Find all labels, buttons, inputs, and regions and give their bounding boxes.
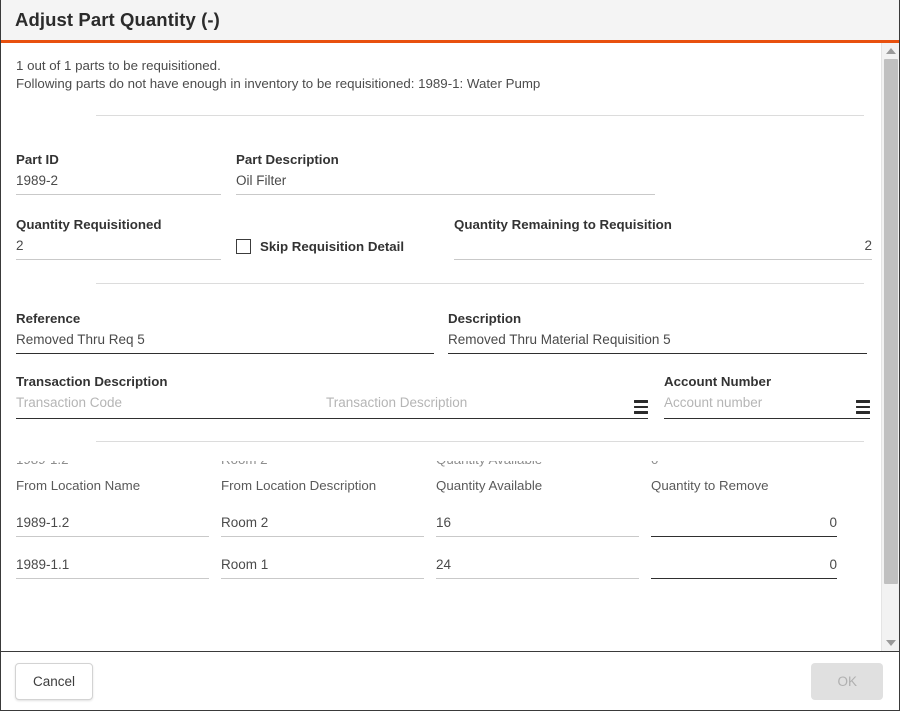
locations-table: 1989-1.2 Room 2 Quantity Available 0 Fro… [1, 461, 881, 579]
notice-line-1: 1 out of 1 parts to be requisitioned. [16, 58, 221, 73]
reference-value[interactable]: Removed Thru Req 5 [16, 332, 434, 354]
dialog-body: 1 out of 1 parts to be requisitioned. Fo… [1, 43, 881, 651]
description-value[interactable]: Removed Thru Material Requisition 5 [448, 332, 867, 354]
cell-quantity-to-remove[interactable]: 0 [651, 557, 837, 579]
part-id-value[interactable]: 1989-2 [16, 173, 221, 195]
cell-from-location-name: 1989-1.2 [16, 515, 209, 537]
quantity-requisitioned-label: Quantity Requisitioned [16, 217, 162, 232]
clipped-row-above: 1989-1.2 Room 2 Quantity Available 0 [16, 461, 881, 475]
quantity-remaining-value: 2 [454, 238, 872, 260]
adjust-part-quantity-dialog: Adjust Part Quantity (-) 1 out of 1 part… [0, 0, 900, 711]
reference-label: Reference [16, 311, 81, 326]
part-description-field: Part Description Oil Filter [236, 152, 655, 195]
skip-requisition-detail-checkbox-wrap[interactable]: Skip Requisition Detail [236, 239, 440, 254]
dialog-body-wrap: 1 out of 1 parts to be requisitioned. Fo… [1, 43, 899, 652]
transaction-description-label: Transaction Description [16, 374, 168, 389]
reference-field: Reference Removed Thru Req 5 [16, 311, 434, 354]
dialog-title: Adjust Part Quantity (-) [15, 9, 220, 30]
notice-line-2: Following parts do not have enough in in… [16, 76, 541, 91]
dialog-header: Adjust Part Quantity (-) [1, 0, 899, 43]
clipped-cell: Room 2 [221, 461, 436, 467]
notice-block: 1 out of 1 parts to be requisitioned. Fo… [1, 43, 881, 93]
quantity-row: Quantity Requisitioned 2 Skip Requisitio… [1, 195, 881, 260]
part-info-row: Part ID 1989-2 Part Description Oil Filt… [1, 116, 881, 195]
cell-quantity-available: 16 [436, 515, 639, 537]
column-header-quantity-to-remove: Quantity to Remove [651, 478, 769, 493]
scrollbar-track[interactable] [882, 59, 900, 635]
skip-requisition-detail-field: Skip Requisition Detail [236, 217, 440, 254]
account-number-label: Account Number [664, 374, 772, 389]
quantity-requisitioned-field: Quantity Requisitioned 2 [16, 217, 221, 260]
transaction-code-input[interactable]: Transaction Code [16, 395, 326, 415]
account-number-combo[interactable]: Account number [664, 395, 870, 419]
column-header-from-location-name: From Location Name [16, 478, 141, 493]
column-header-quantity-available: Quantity Available [436, 478, 543, 493]
dialog-footer: Cancel OK [1, 652, 899, 710]
cancel-button[interactable]: Cancel [15, 662, 94, 700]
part-id-field: Part ID 1989-2 [16, 152, 221, 195]
table-header-row: From Location Name From Location Descrip… [16, 477, 881, 495]
clipped-row-text: 1989-1.2 Room 2 Quantity Available 0 [16, 461, 854, 467]
menu-icon[interactable] [856, 400, 870, 414]
ok-button[interactable]: OK [811, 662, 883, 700]
cell-quantity-to-remove[interactable]: 0 [651, 515, 837, 537]
cell-from-location-name: 1989-1.1 [16, 557, 209, 579]
clipped-cell: 1989-1.2 [16, 461, 221, 467]
cell-from-location-description: Room 2 [221, 515, 424, 537]
table-row: 1989-1.1 Room 1 24 0 [16, 557, 881, 579]
part-description-value[interactable]: Oil Filter [236, 173, 655, 195]
clipped-cell: 0 [651, 461, 854, 467]
transaction-description-combo[interactable]: Transaction Code Transaction Description [16, 395, 648, 419]
quantity-remaining-label: Quantity Remaining to Requisition [454, 217, 672, 232]
checkbox-icon[interactable] [236, 239, 251, 254]
description-field: Description Removed Thru Material Requis… [448, 311, 867, 354]
cell-quantity-available: 24 [436, 557, 639, 579]
transaction-description-input[interactable]: Transaction Description [326, 395, 628, 415]
account-number-input[interactable]: Account number [664, 395, 850, 415]
vertical-scrollbar[interactable] [881, 43, 899, 651]
menu-icon[interactable] [634, 400, 648, 414]
transaction-description-field: Transaction Description Transaction Code… [16, 374, 648, 419]
part-id-label: Part ID [16, 152, 59, 167]
clipped-cell: Quantity Available [436, 461, 651, 467]
divider-bottom [96, 441, 864, 442]
cell-from-location-description: Room 1 [221, 557, 424, 579]
reference-row: Reference Removed Thru Req 5 Description… [1, 284, 881, 354]
table-row: 1989-1.2 Room 2 16 0 [16, 515, 881, 537]
account-number-field: Account Number Account number [664, 374, 870, 419]
column-header-from-location-description: From Location Description [221, 478, 377, 493]
part-description-label: Part Description [236, 152, 339, 167]
quantity-requisitioned-value[interactable]: 2 [16, 238, 221, 260]
scrollbar-thumb[interactable] [883, 59, 898, 584]
quantity-remaining-field: Quantity Remaining to Requisition 2 [454, 217, 872, 260]
scroll-up-icon[interactable] [882, 43, 900, 59]
scroll-down-icon[interactable] [882, 635, 900, 651]
transaction-row: Transaction Description Transaction Code… [1, 354, 881, 419]
description-label: Description [448, 311, 522, 326]
skip-requisition-detail-label: Skip Requisition Detail [260, 239, 405, 254]
